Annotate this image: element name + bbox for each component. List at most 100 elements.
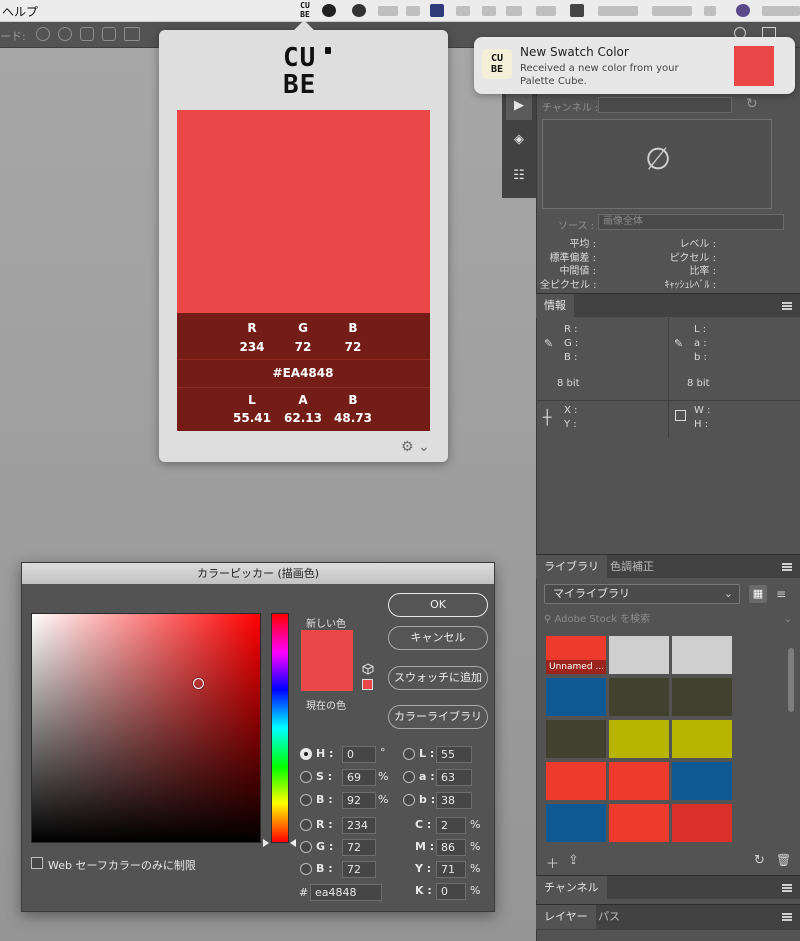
3d-panel-icon[interactable]: ◈: [506, 126, 532, 154]
menubar-icon-blurred[interactable]: [536, 6, 556, 16]
3d-rotate-icon[interactable]: [36, 27, 50, 41]
library-color-swatch[interactable]: [609, 762, 669, 800]
3d-slide-icon[interactable]: [102, 27, 116, 41]
library-color-swatch[interactable]: [672, 804, 732, 842]
user-avatar-icon[interactable]: [736, 4, 750, 17]
panel-menu-icon[interactable]: [782, 302, 792, 310]
tab-info[interactable]: 情報: [536, 294, 574, 318]
menubar-icon-blurred[interactable]: [378, 6, 398, 16]
histogram-channel-select[interactable]: [598, 97, 732, 113]
c-input[interactable]: 2: [436, 817, 466, 834]
b-input[interactable]: 92: [342, 792, 376, 809]
color-libraries-button[interactable]: カラーライブラリ: [388, 705, 488, 729]
library-color-swatch[interactable]: [546, 762, 606, 800]
b-lab-radio[interactable]: [403, 794, 415, 806]
3d-video-camera-icon[interactable]: [124, 27, 140, 41]
b-rgb-radio[interactable]: [300, 863, 312, 875]
behance-icon[interactable]: [322, 4, 336, 17]
library-color-swatch[interactable]: [672, 636, 732, 674]
menubar-icon-blurred[interactable]: [456, 6, 470, 16]
panel-menu-icon[interactable]: [782, 884, 792, 892]
panel-menu-icon[interactable]: [782, 913, 792, 921]
library-color-swatch[interactable]: [609, 804, 669, 842]
a-radio[interactable]: [403, 771, 415, 783]
ok-button[interactable]: OK: [388, 593, 488, 617]
web-safe-swatch[interactable]: [362, 679, 373, 690]
tab-paths[interactable]: パス: [590, 905, 628, 929]
list-view-icon[interactable]: ≡: [772, 585, 790, 603]
web-safe-checkbox[interactable]: [31, 857, 43, 869]
tab-adjustments[interactable]: 色調補正: [602, 555, 662, 579]
b-lab-input[interactable]: 38: [436, 792, 472, 809]
add-to-swatches-button[interactable]: スウォッチに追加: [388, 666, 488, 690]
gear-icon[interactable]: ⚙︎ ⌄: [401, 439, 430, 455]
tab-libraries[interactable]: ライブラリ: [536, 555, 607, 579]
color-field-cursor[interactable]: [193, 678, 204, 689]
library-color-swatch[interactable]: [672, 720, 732, 758]
g-radio[interactable]: [300, 841, 312, 853]
saturation-brightness-field[interactable]: [31, 613, 261, 843]
new-swatch-notification[interactable]: CU BE New Swatch Color Received a new col…: [474, 37, 795, 94]
a-input[interactable]: 63: [436, 769, 472, 786]
hue-slider-handle-left[interactable]: [263, 839, 269, 847]
library-color-swatch[interactable]: [546, 720, 606, 758]
library-color-swatch[interactable]: Unnamed ...: [546, 636, 606, 674]
menubar-icon-blurred[interactable]: [762, 6, 800, 16]
tab-channels[interactable]: チャンネル: [536, 876, 607, 900]
menubar-icon-blurred[interactable]: [406, 6, 420, 16]
library-color-swatch[interactable]: [609, 678, 669, 716]
h-input[interactable]: 0: [342, 746, 376, 763]
r-input[interactable]: 234: [342, 817, 376, 834]
3d-roll-icon[interactable]: [58, 27, 72, 41]
play-action-icon[interactable]: ▶: [506, 92, 532, 120]
properties-panel-icon[interactable]: ☷: [506, 162, 532, 190]
y-input[interactable]: 71: [436, 861, 466, 878]
menubar-icon-blurred[interactable]: [704, 6, 716, 16]
menubar-icon-blurred[interactable]: [598, 6, 638, 16]
menubar-icon-blurred[interactable]: [652, 6, 692, 16]
library-select[interactable]: マイライブラリ ⌄: [544, 584, 740, 604]
l-input[interactable]: 55: [436, 746, 472, 763]
r-radio[interactable]: [300, 819, 312, 831]
s-radio[interactable]: [300, 771, 312, 783]
m-input[interactable]: 86: [436, 839, 466, 856]
upload-icon[interactable]: ⇪: [568, 853, 579, 868]
b-radio[interactable]: [300, 794, 312, 806]
help-menu[interactable]: ヘルプ: [2, 3, 38, 20]
library-color-swatch[interactable]: [672, 762, 732, 800]
current-color-swatch[interactable]: [301, 661, 353, 691]
trash-icon[interactable]: 🗑: [776, 853, 791, 867]
library-color-swatch[interactable]: [546, 678, 606, 716]
cube-menubar-icon[interactable]: CU BE: [296, 1, 314, 19]
refresh-icon[interactable]: ↻: [746, 96, 758, 112]
grid-view-icon[interactable]: ▦: [749, 585, 767, 603]
b-rgb-input[interactable]: 72: [342, 861, 376, 878]
s-input[interactable]: 69: [342, 769, 376, 786]
stock-search-input[interactable]: ⚲ Adobe Stock を検索 ⌄: [544, 611, 792, 629]
l-radio[interactable]: [403, 748, 415, 760]
gamut-cube-icon[interactable]: [362, 663, 374, 675]
menubar-icon-blurred[interactable]: [506, 6, 522, 16]
hue-slider-handle-right[interactable]: [290, 839, 296, 847]
hex-input[interactable]: ea4848: [310, 884, 382, 901]
menubar-icon-blurred[interactable]: [430, 4, 444, 17]
menubar-icon-blurred[interactable]: [570, 4, 584, 17]
sync-icon[interactable]: ↻: [754, 853, 765, 868]
library-color-swatch[interactable]: [609, 636, 669, 674]
tab-layers[interactable]: レイヤー: [536, 905, 596, 929]
creative-cloud-icon[interactable]: [352, 4, 366, 17]
add-icon[interactable]: ＋: [546, 853, 559, 872]
library-scrollbar[interactable]: [788, 648, 794, 712]
library-color-swatch[interactable]: [609, 720, 669, 758]
menubar-icon-blurred[interactable]: [482, 6, 496, 16]
panel-menu-icon[interactable]: [782, 563, 792, 571]
cancel-button[interactable]: キャンセル: [388, 626, 488, 650]
histogram-source-select[interactable]: 画像全体: [598, 214, 784, 230]
library-color-swatch[interactable]: [672, 678, 732, 716]
g-input[interactable]: 72: [342, 839, 376, 856]
h-radio[interactable]: [300, 748, 312, 760]
k-input[interactable]: 0: [436, 883, 466, 900]
3d-pan-icon[interactable]: [80, 27, 94, 41]
hue-slider[interactable]: [271, 613, 289, 843]
library-color-swatch[interactable]: [546, 804, 606, 842]
